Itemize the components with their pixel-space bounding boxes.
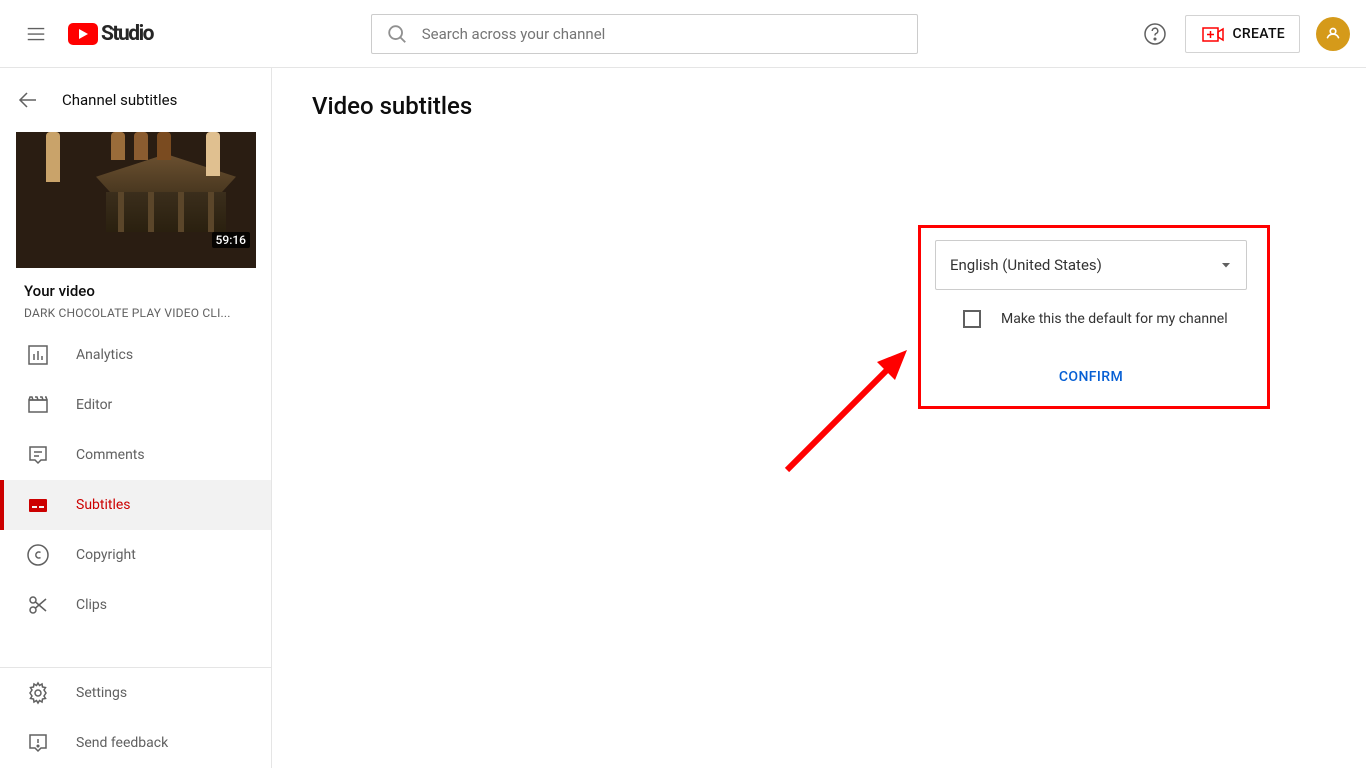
language-dropdown[interactable]: English (United States) (935, 240, 1247, 290)
subtitles-icon (26, 493, 50, 517)
sidebar-item-label: Settings (76, 685, 127, 701)
back-label: Channel subtitles (62, 91, 177, 109)
create-label: CREATE (1232, 26, 1285, 42)
default-checkbox[interactable] (963, 310, 981, 328)
sidebar-item-editor[interactable]: Editor (0, 380, 271, 430)
language-dialog: English (United States) Make this the de… (935, 240, 1247, 385)
video-duration: 59:16 (212, 232, 250, 248)
sidebar-item-copyright[interactable]: Copyright (0, 530, 271, 580)
sidebar-nav: Analytics Editor Comments Subtitles Copy… (0, 330, 271, 630)
search-input[interactable] (422, 25, 903, 43)
sidebar-item-clips[interactable]: Clips (0, 580, 271, 630)
logo-text: Studio (101, 22, 153, 46)
search-wrap (153, 14, 1135, 54)
create-button[interactable]: CREATE (1185, 15, 1300, 53)
your-video-label: Your video (24, 282, 247, 300)
editor-icon (26, 393, 50, 417)
chevron-down-icon (1220, 259, 1232, 271)
avatar[interactable] (1316, 17, 1350, 51)
default-checkbox-row: Make this the default for my channel (963, 310, 1247, 328)
header-right: CREATE (1135, 14, 1350, 54)
sidebar-item-label: Clips (76, 597, 107, 613)
clips-icon (26, 593, 50, 617)
hamburger-menu-button[interactable] (16, 14, 56, 54)
sidebar-item-comments[interactable]: Comments (0, 430, 271, 480)
comments-icon (26, 443, 50, 467)
sidebar: Channel subtitles 59:16 Your video DARK … (0, 68, 272, 768)
default-checkbox-label: Make this the default for my channel (1001, 311, 1228, 327)
video-title: DARK CHOCOLATE PLAY VIDEO CLI... (24, 306, 247, 320)
hamburger-icon (25, 23, 47, 45)
gear-icon (26, 681, 50, 705)
video-thumbnail[interactable]: 59:16 (16, 132, 256, 268)
sidebar-item-label: Copyright (76, 547, 136, 563)
studio-logo[interactable]: Studio (68, 22, 153, 46)
copyright-icon (26, 543, 50, 567)
sidebar-item-settings[interactable]: Settings (0, 668, 271, 718)
video-info: Your video DARK CHOCOLATE PLAY VIDEO CLI… (0, 282, 271, 330)
annotation-arrow-icon (777, 340, 917, 480)
avatar-icon (1322, 23, 1344, 45)
feedback-icon (26, 731, 50, 755)
header: Studio CREATE (0, 0, 1366, 68)
sidebar-item-analytics[interactable]: Analytics (0, 330, 271, 380)
sidebar-footer: Settings Send feedback (0, 667, 271, 768)
help-button[interactable] (1135, 14, 1175, 54)
sidebar-item-label: Comments (76, 447, 145, 463)
sidebar-item-subtitles[interactable]: Subtitles (0, 480, 271, 530)
language-selected-value: English (United States) (950, 256, 1102, 274)
sidebar-item-feedback[interactable]: Send feedback (0, 718, 271, 768)
back-to-channel-subtitles[interactable]: Channel subtitles (0, 68, 271, 132)
sidebar-item-label: Editor (76, 397, 112, 413)
sidebar-item-label: Analytics (76, 347, 133, 363)
main-content: Video subtitles English (United States) … (272, 68, 1366, 768)
sidebar-item-label: Subtitles (76, 497, 131, 513)
page-title: Video subtitles (312, 92, 1326, 120)
youtube-icon (68, 23, 98, 45)
arrow-left-icon (16, 88, 40, 112)
search-box[interactable] (371, 14, 918, 54)
create-icon (1200, 22, 1224, 46)
sidebar-item-label: Send feedback (76, 735, 168, 751)
help-icon (1143, 22, 1167, 46)
confirm-button[interactable]: CONFIRM (1059, 369, 1123, 385)
search-icon (386, 23, 408, 45)
analytics-icon (26, 343, 50, 367)
